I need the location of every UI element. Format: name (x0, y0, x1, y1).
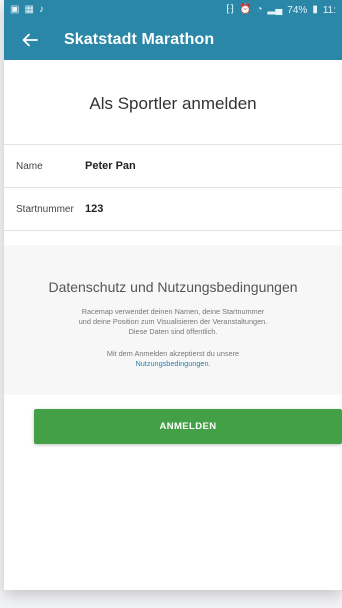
privacy-title: Datenschutz und Nutzungsbedingungen (48, 279, 298, 295)
message-icon: ▣ (10, 4, 20, 15)
clock: 11: (322, 4, 336, 16)
privacy-text: Racemap verwendet deinen Namen, deine St… (28, 307, 318, 337)
terms-link[interactable]: Nutzungsbedingungen (135, 359, 208, 368)
alarm-icon: ⏰ (239, 4, 252, 15)
button-wrapper: ANMELDEN (4, 395, 342, 444)
status-bar: ▣ ▦ ♪ ⁅⁆ ⏰ ◔ ▂▄ 74% ▮ 11: (4, 0, 342, 20)
phone-screen: ▣ ▦ ♪ ⁅⁆ ⏰ ◔ ▂▄ 74% ▮ 11: Skatstadt Mara… (4, 0, 342, 590)
app-title: Skatstadt Marathon (64, 31, 215, 48)
privacy-line: Diese Daten sind öffentlich. (128, 327, 218, 336)
battery-icon: ▮ (312, 4, 318, 15)
wifi-icon: ◔ (256, 4, 263, 15)
page-heading: Als Sportler anmelden (89, 94, 257, 113)
status-bar-right: ⁅⁆ ⏰ ◔ ▂▄ 74% ▮ 11: (226, 5, 336, 16)
consent-text: Mit dem Anmelden akzeptierst du unsere N… (4, 349, 342, 369)
bib-number-field[interactable]: 123 (85, 203, 103, 215)
name-row[interactable]: Name Peter Pan (4, 145, 342, 187)
name-label: Name (16, 160, 43, 172)
signal-icon: ▂▄ (267, 4, 283, 15)
vibrate-icon: ⁅⁆ (226, 4, 235, 15)
battery-percent: 74% (287, 4, 308, 16)
privacy-section: Datenschutz und Nutzungsbedingungen Race… (4, 245, 342, 395)
back-button[interactable] (18, 28, 42, 52)
music-note-icon: ♪ (38, 4, 44, 15)
arrow-left-icon (22, 33, 38, 47)
register-button[interactable]: ANMELDEN (34, 409, 342, 444)
name-field[interactable]: Peter Pan (85, 160, 136, 172)
status-bar-left: ▣ ▦ ♪ (10, 5, 44, 15)
app-bar: Skatstadt Marathon (4, 20, 342, 60)
image-icon: ▦ (24, 4, 34, 15)
terms-line: Nutzungsbedingungen. (4, 359, 342, 369)
athlete-form: Name Peter Pan Startnummer 123 (4, 144, 342, 231)
bib-label: Startnummer (16, 203, 74, 215)
privacy-line: und deine Position zum Visualisieren der… (78, 317, 268, 326)
privacy-line: Racemap verwendet deinen Namen, deine St… (81, 307, 265, 316)
consent-line: Mit dem Anmelden akzeptierst du unsere (106, 349, 240, 358)
bib-row[interactable]: Startnummer 123 (4, 188, 342, 230)
terms-suffix: . (208, 359, 211, 368)
